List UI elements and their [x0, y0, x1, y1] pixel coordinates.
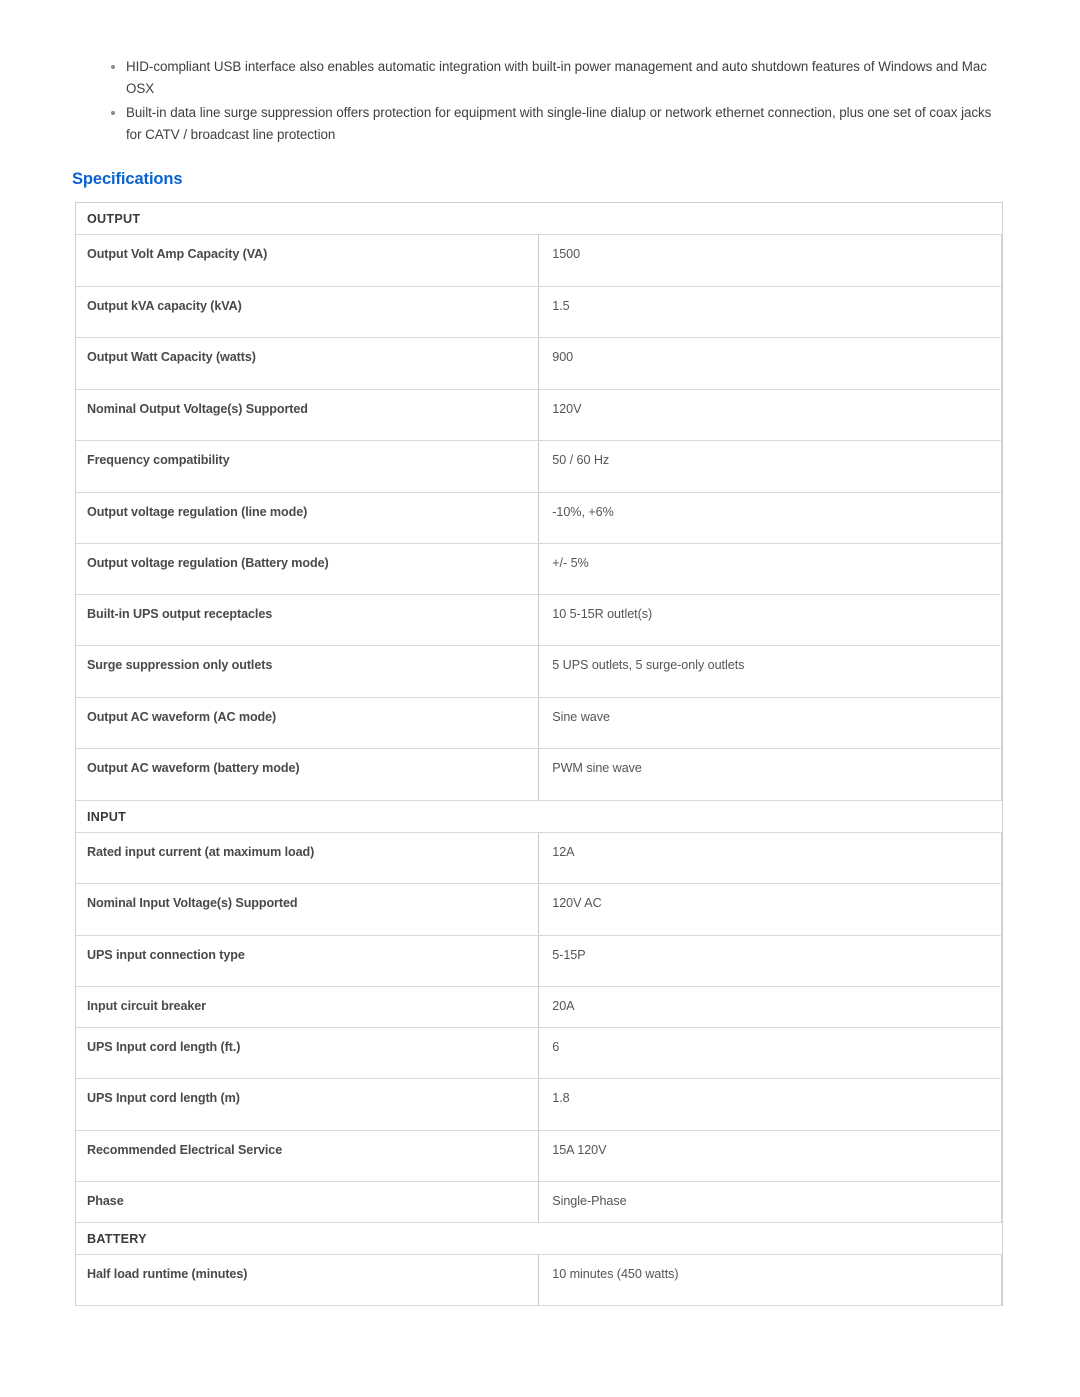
spec-value: 6	[538, 1027, 1002, 1079]
list-item: HID-compliant USB interface also enables…	[104, 56, 1002, 99]
spec-label: Nominal Input Voltage(s) Supported	[76, 883, 540, 936]
spec-value: Single-Phase	[538, 1181, 1002, 1223]
spec-value: 12A	[538, 832, 1002, 884]
spec-label: Output voltage regulation (line mode)	[76, 492, 540, 544]
table-row: Nominal Output Voltage(s) Supported 120V	[76, 389, 1002, 441]
spec-value: 120V AC	[538, 883, 1002, 936]
spec-label: Phase	[76, 1181, 540, 1223]
table-row: Input circuit breaker 20A	[76, 986, 1002, 1028]
spec-label: Output AC waveform (AC mode)	[76, 697, 540, 749]
table-row: Recommended Electrical Service 15A 120V	[76, 1130, 1002, 1182]
list-item: Built-in data line surge suppression off…	[104, 102, 1002, 145]
table-row: Nominal Input Voltage(s) Supported 120V …	[76, 883, 1002, 936]
table-row: Built-in UPS output receptacles 10 5-15R…	[76, 594, 1002, 646]
spec-value: 50 / 60 Hz	[538, 440, 1002, 493]
table-row: Output Volt Amp Capacity (VA) 1500	[76, 234, 1002, 287]
spec-value: PWM sine wave	[538, 748, 1002, 801]
table-row: UPS input connection type 5-15P	[76, 935, 1002, 987]
spec-label: UPS Input cord length (ft.)	[76, 1027, 540, 1079]
spec-value: 900	[538, 337, 1002, 390]
table-row: Rated input current (at maximum load) 12…	[76, 832, 1002, 884]
spec-label: Frequency compatibility	[76, 440, 540, 493]
spec-label: UPS Input cord length (m)	[76, 1078, 540, 1131]
spec-value: 1.5	[538, 286, 1002, 338]
feature-bullet-list: HID-compliant USB interface also enables…	[104, 56, 1002, 148]
spec-value: +/- 5%	[538, 543, 1002, 595]
group-title: BATTERY	[76, 1222, 1002, 1255]
table-row: Half load runtime (minutes) 10 minutes (…	[76, 1254, 1002, 1306]
spec-label: Recommended Electrical Service	[76, 1130, 540, 1182]
specifications-table: OUTPUT Output Volt Amp Capacity (VA) 150…	[76, 203, 1002, 1306]
spec-label: Output AC waveform (battery mode)	[76, 748, 540, 801]
table-row: Surge suppression only outlets 5 UPS out…	[76, 645, 1002, 698]
spec-value: 15A 120V	[538, 1130, 1002, 1182]
table-row: Output voltage regulation (line mode) -1…	[76, 492, 1002, 544]
spec-label: Output Watt Capacity (watts)	[76, 337, 540, 390]
spec-value: 5-15P	[538, 935, 1002, 987]
document-page: HID-compliant USB interface also enables…	[0, 0, 1080, 1397]
spec-label: Built-in UPS output receptacles	[76, 594, 540, 646]
table-row: Output Watt Capacity (watts) 900	[76, 337, 1002, 390]
table-group-header-battery: BATTERY	[76, 1222, 1002, 1255]
table-row: Output AC waveform (AC mode) Sine wave	[76, 697, 1002, 749]
spec-label: Nominal Output Voltage(s) Supported	[76, 389, 540, 441]
specifications-heading: Specifications	[72, 170, 183, 188]
spec-value: 5 UPS outlets, 5 surge-only outlets	[538, 645, 1002, 698]
table-row: Frequency compatibility 50 / 60 Hz	[76, 440, 1002, 493]
table-group-header-output: OUTPUT	[76, 203, 1002, 235]
spec-label: UPS input connection type	[76, 935, 540, 987]
spec-value: 120V	[538, 389, 1002, 441]
spec-label: Output voltage regulation (Battery mode)	[76, 543, 540, 595]
group-title: OUTPUT	[76, 203, 1002, 235]
table-row: UPS Input cord length (ft.) 6	[76, 1027, 1002, 1079]
spec-label: Output kVA capacity (kVA)	[76, 286, 540, 338]
spec-label: Half load runtime (minutes)	[76, 1254, 540, 1306]
spec-label: Output Volt Amp Capacity (VA)	[76, 234, 540, 287]
table-row: Output AC waveform (battery mode) PWM si…	[76, 748, 1002, 801]
spec-value: -10%, +6%	[538, 492, 1002, 544]
table-row: Output voltage regulation (Battery mode)…	[76, 543, 1002, 595]
spec-value: 1.8	[538, 1078, 1002, 1131]
spec-value: 10 5-15R outlet(s)	[538, 594, 1002, 646]
spec-value: 20A	[538, 986, 1002, 1028]
spec-label: Rated input current (at maximum load)	[76, 832, 540, 884]
spec-value: 1500	[538, 234, 1002, 287]
specifications-table-container: OUTPUT Output Volt Amp Capacity (VA) 150…	[75, 202, 1003, 1306]
table-row: Output kVA capacity (kVA) 1.5	[76, 286, 1002, 338]
feature-text: HID-compliant USB interface also enables…	[126, 59, 987, 96]
bullet-dot-icon	[111, 64, 115, 69]
table-row: Phase Single-Phase	[76, 1181, 1002, 1223]
bullet-dot-icon	[111, 110, 115, 115]
table-row: UPS Input cord length (m) 1.8	[76, 1078, 1002, 1131]
spec-label: Input circuit breaker	[76, 986, 540, 1028]
feature-text: Built-in data line surge suppression off…	[126, 105, 992, 142]
spec-value: Sine wave	[538, 697, 1002, 749]
spec-value: 10 minutes (450 watts)	[538, 1254, 1002, 1306]
table-group-header-input: INPUT	[76, 800, 1002, 833]
group-title: INPUT	[76, 800, 1002, 833]
spec-label: Surge suppression only outlets	[76, 645, 540, 698]
